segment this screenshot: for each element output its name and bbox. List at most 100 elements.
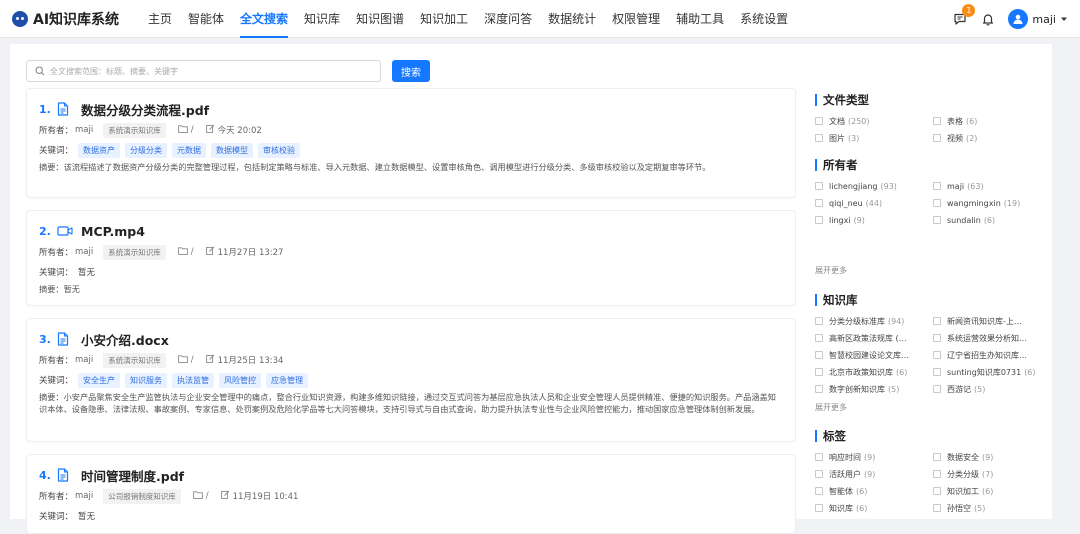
result-title-link[interactable]: MCP.mp4 xyxy=(81,224,145,239)
facet-checkbox-file_type[interactable]: 视频 (2) xyxy=(933,131,1051,145)
knowledge-base-tag[interactable]: 系统演示知识库 xyxy=(103,244,166,260)
facet-checkbox-kb[interactable]: 智慧校园建设论文库… xyxy=(815,348,933,362)
search-box[interactable] xyxy=(26,60,381,82)
nav-item-1[interactable]: 智能体 xyxy=(180,0,232,38)
facet-checkbox-kb[interactable]: 西游记 (5) xyxy=(933,382,1051,396)
checkbox[interactable] xyxy=(815,182,823,190)
nav-item-2[interactable]: 全文搜索 xyxy=(232,0,296,38)
user-menu[interactable]: maji xyxy=(1008,9,1068,29)
checkbox[interactable] xyxy=(815,134,823,142)
result-card[interactable]: 2. MCP.mp4 所有者： maji 系统演示知识库 / 11月27日 13:27 关键词… xyxy=(26,210,796,306)
keyword-tag[interactable]: 执法监管 xyxy=(172,372,215,388)
keyword-tag[interactable]: 安全生产 xyxy=(78,372,121,388)
result-title-link[interactable]: 小安介绍.docx xyxy=(81,330,169,349)
search-input[interactable] xyxy=(50,66,370,76)
nav-item-6[interactable]: 深度问答 xyxy=(476,0,540,38)
checkbox[interactable] xyxy=(815,504,823,512)
facet-checkbox-owner[interactable]: sundalin (6) xyxy=(933,213,1051,227)
checkbox[interactable] xyxy=(933,504,941,512)
nav-item-10[interactable]: 系统设置 xyxy=(732,0,796,38)
result-title-link[interactable]: 数据分级分类流程.pdf xyxy=(81,100,209,119)
facet-checkbox-kb[interactable]: 数字创新知识库 (5) xyxy=(815,382,933,396)
result-title-link[interactable]: 时间管理制度.pdf xyxy=(81,466,184,485)
checkbox[interactable] xyxy=(933,385,941,393)
nav-item-0[interactable]: 主页 xyxy=(140,0,180,38)
facet-checkbox-kb[interactable]: 分类分级标准库 (94) xyxy=(815,314,933,328)
keyword-tag[interactable]: 数据模型 xyxy=(211,142,254,158)
nav-item-4[interactable]: 知识图谱 xyxy=(348,0,412,38)
keyword-tag[interactable]: 审核校验 xyxy=(258,142,301,158)
keyword-tag[interactable]: 数据资产 xyxy=(78,142,121,158)
facet-checkbox-tags[interactable]: 智能体 (6) xyxy=(815,484,933,498)
checkbox[interactable] xyxy=(815,385,823,393)
facet-checkbox-file_type[interactable]: 表格 (6) xyxy=(933,114,1051,128)
facet-checkbox-tags[interactable]: 响应时间 (9) xyxy=(815,450,933,464)
folder-path[interactable]: / xyxy=(177,124,194,136)
keyword-tag[interactable]: 风险管控 xyxy=(219,372,262,388)
result-card[interactable]: 1. 数据分级分类流程.pdf 所有者： maji 系统演示知识库 / 今天 20:02 关键… xyxy=(26,88,796,198)
facet-checkbox-kb[interactable]: sunting知识库0731 (6) xyxy=(933,365,1051,379)
result-card[interactable]: 3. 小安介绍.docx 所有者： maji 系统演示知识库 / 11月25日 13:34 关… xyxy=(26,318,796,442)
facet-checkbox-owner[interactable]: qiqi_neu (44) xyxy=(815,196,933,210)
knowledge-base-tag[interactable]: 系统演示知识库 xyxy=(103,352,166,368)
search-button[interactable]: 搜索 xyxy=(392,60,430,82)
facet-checkbox-kb[interactable]: 系统运营效果分析知… xyxy=(933,331,1051,345)
checkbox[interactable] xyxy=(815,470,823,478)
facet-checkbox-owner[interactable]: lingxi (9) xyxy=(815,213,933,227)
facet-checkbox-tags[interactable]: 知识库 (6) xyxy=(815,501,933,515)
facet-checkbox-owner[interactable]: wangmingxin (19) xyxy=(933,196,1051,210)
expand-more-link[interactable]: 展开更多 xyxy=(815,402,1051,413)
checkbox[interactable] xyxy=(815,334,823,342)
nav-item-5[interactable]: 知识加工 xyxy=(412,0,476,38)
nav-item-9[interactable]: 辅助工具 xyxy=(668,0,732,38)
facet-checkbox-owner[interactable]: lichengjiang (93) xyxy=(815,179,933,193)
checkbox[interactable] xyxy=(815,317,823,325)
checkbox[interactable] xyxy=(933,134,941,142)
expand-more-link[interactable]: 展开更多 xyxy=(815,265,1051,276)
checkbox[interactable] xyxy=(933,453,941,461)
checkbox[interactable] xyxy=(815,487,823,495)
knowledge-base-tag[interactable]: 系统演示知识库 xyxy=(103,122,166,138)
checkbox[interactable] xyxy=(815,117,823,125)
facet-checkbox-tags[interactable]: 活跃用户 (9) xyxy=(815,467,933,481)
keyword-tag[interactable]: 元数据 xyxy=(172,142,207,158)
folder-path[interactable]: / xyxy=(177,354,194,366)
facet-checkbox-kb[interactable]: 高新区政策法规库 (… xyxy=(815,331,933,345)
checkbox[interactable] xyxy=(933,117,941,125)
message-button[interactable]: 1 xyxy=(952,4,976,27)
checkbox[interactable] xyxy=(815,368,823,376)
checkbox[interactable] xyxy=(933,470,941,478)
nav-item-7[interactable]: 数据统计 xyxy=(540,0,604,38)
checkbox[interactable] xyxy=(815,216,823,224)
facet-checkbox-tags[interactable]: 数据安全 (9) xyxy=(933,450,1051,464)
checkbox[interactable] xyxy=(933,199,941,207)
keyword-tag[interactable]: 知识服务 xyxy=(125,372,168,388)
facet-checkbox-kb[interactable]: 辽宁省招生办知识库… xyxy=(933,348,1051,362)
checkbox[interactable] xyxy=(815,453,823,461)
keyword-tag[interactable]: 应急管理 xyxy=(266,372,309,388)
facet-checkbox-kb[interactable]: 北京市政策知识库 (6) xyxy=(815,365,933,379)
knowledge-base-tag[interactable]: 公司报销制度知识库 xyxy=(103,488,181,504)
facet-checkbox-kb[interactable]: 新闻资讯知识库-上… xyxy=(933,314,1051,328)
checkbox[interactable] xyxy=(933,334,941,342)
keyword-tag[interactable]: 分级分类 xyxy=(125,142,168,158)
facet-checkbox-owner[interactable]: maji (63) xyxy=(933,179,1051,193)
checkbox[interactable] xyxy=(933,351,941,359)
facet-checkbox-file_type[interactable]: 文档 (250) xyxy=(815,114,933,128)
folder-path[interactable]: / xyxy=(177,246,194,258)
facet-checkbox-tags[interactable]: 孙悟空 (5) xyxy=(933,501,1051,515)
nav-item-8[interactable]: 权限管理 xyxy=(604,0,668,38)
checkbox[interactable] xyxy=(815,199,823,207)
notification-button[interactable] xyxy=(980,11,996,27)
checkbox[interactable] xyxy=(933,317,941,325)
folder-path[interactable]: / xyxy=(192,490,209,502)
checkbox[interactable] xyxy=(933,368,941,376)
facet-checkbox-tags[interactable]: 分类分级 (7) xyxy=(933,467,1051,481)
facet-checkbox-tags[interactable]: 知识加工 (6) xyxy=(933,484,1051,498)
nav-item-3[interactable]: 知识库 xyxy=(296,0,348,38)
checkbox[interactable] xyxy=(933,182,941,190)
result-card[interactable]: 4. 时间管理制度.pdf 所有者： maji 公司报销制度知识库 / 11月19日 10:… xyxy=(26,454,796,534)
facet-checkbox-file_type[interactable]: 图片 (3) xyxy=(815,131,933,145)
brand[interactable]: AI知识库系统 xyxy=(12,9,140,29)
checkbox[interactable] xyxy=(933,216,941,224)
